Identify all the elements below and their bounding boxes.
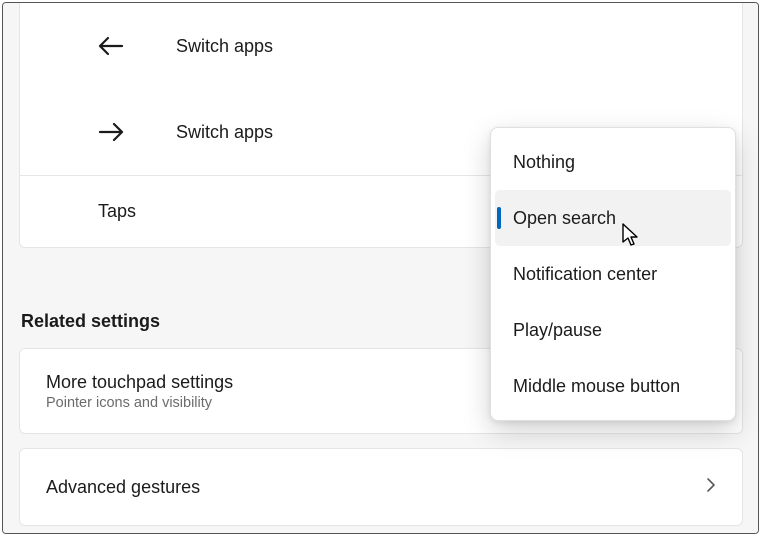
dropdown-item-nothing[interactable]: Nothing: [491, 134, 735, 190]
dropdown-item-notification-center[interactable]: Notification center: [491, 246, 735, 302]
dropdown-item-label: Play/pause: [513, 320, 602, 341]
chevron-right-icon: [706, 477, 716, 498]
gesture-swipe-right-label: Switch apps: [176, 122, 273, 143]
taps-dropdown: Nothing Open search Notification center …: [490, 127, 736, 421]
dropdown-item-open-search[interactable]: Open search: [495, 190, 731, 246]
related-settings-heading: Related settings: [21, 311, 160, 332]
advanced-gestures-card[interactable]: Advanced gestures: [19, 448, 743, 526]
content-area: Switch apps Switch apps Taps Related set…: [3, 3, 758, 533]
advanced-gestures-title: Advanced gestures: [46, 477, 706, 498]
dropdown-item-label: Middle mouse button: [513, 376, 680, 397]
taps-label: Taps: [98, 201, 136, 222]
arrow-left-icon: [98, 36, 144, 56]
settings-window: Switch apps Switch apps Taps Related set…: [2, 2, 759, 534]
dropdown-item-play-pause[interactable]: Play/pause: [491, 302, 735, 358]
gesture-swipe-left-row[interactable]: Switch apps: [20, 3, 742, 89]
dropdown-item-label: Notification center: [513, 264, 657, 285]
dropdown-item-middle-mouse[interactable]: Middle mouse button: [491, 358, 735, 414]
arrow-right-icon: [98, 122, 144, 142]
gesture-swipe-left-label: Switch apps: [176, 36, 273, 57]
dropdown-item-label: Open search: [513, 208, 616, 229]
dropdown-item-label: Nothing: [513, 152, 575, 173]
